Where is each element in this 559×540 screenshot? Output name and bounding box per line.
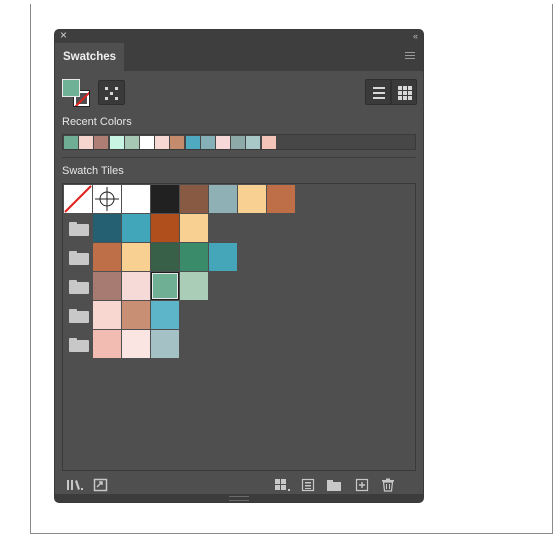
color-swatch[interactable] xyxy=(209,185,237,213)
view-toggle xyxy=(365,79,417,105)
color-group-folder-icon[interactable] xyxy=(69,280,89,294)
color-swatch[interactable] xyxy=(151,243,179,271)
color-swatch[interactable] xyxy=(267,185,295,213)
swatch-tiles-label: Swatch Tiles xyxy=(62,165,124,177)
selected-color-swatch[interactable] xyxy=(151,272,179,300)
recent-color-swatch[interactable] xyxy=(155,136,170,149)
color-group-folder-icon[interactable] xyxy=(69,251,89,265)
recent-color-swatch[interactable] xyxy=(79,136,94,149)
color-group-folder-icon[interactable] xyxy=(69,222,89,236)
panel-titlebar[interactable]: × ‹‹ xyxy=(55,30,423,43)
color-swatch[interactable] xyxy=(93,243,121,271)
recent-color-swatch[interactable] xyxy=(246,136,261,149)
collapse-icon[interactable]: ‹‹ xyxy=(413,30,418,43)
new-swatch-icon[interactable] xyxy=(355,478,369,492)
show-swatch-kinds-icon[interactable] xyxy=(98,80,125,105)
color-swatch[interactable] xyxy=(209,243,237,271)
color-group-folder-icon[interactable] xyxy=(69,309,89,323)
recent-color-swatch[interactable] xyxy=(140,136,154,149)
color-group-folder-icon[interactable] xyxy=(69,338,89,352)
color-swatch[interactable] xyxy=(151,301,179,329)
swatch-tiles-area xyxy=(62,183,416,471)
color-swatch[interactable] xyxy=(238,185,266,213)
none-swatch[interactable] xyxy=(64,185,92,213)
color-swatch[interactable] xyxy=(122,185,150,213)
fill-stroke-widget[interactable] xyxy=(61,78,91,108)
panel-menu-icon[interactable] xyxy=(405,52,415,61)
swatch-options-icon[interactable] xyxy=(301,478,315,492)
tab-row: Swatches xyxy=(55,43,423,71)
swatch-kind-menu-icon[interactable] xyxy=(274,478,292,492)
color-swatch[interactable] xyxy=(180,272,208,300)
recent-color-swatch[interactable] xyxy=(124,136,139,149)
recent-color-swatch[interactable] xyxy=(64,136,78,149)
recent-color-swatch[interactable] xyxy=(200,136,215,149)
recent-color-swatch[interactable] xyxy=(109,136,124,149)
color-swatch[interactable] xyxy=(93,214,121,242)
recent-color-swatch[interactable] xyxy=(216,136,230,149)
color-swatch[interactable] xyxy=(122,243,150,271)
color-swatch[interactable] xyxy=(93,301,121,329)
grid-view-icon[interactable] xyxy=(391,79,417,105)
color-swatch[interactable] xyxy=(122,330,150,358)
recent-color-swatch[interactable] xyxy=(185,136,200,149)
color-swatch[interactable] xyxy=(93,330,121,358)
color-swatch[interactable] xyxy=(180,243,208,271)
recent-colors-label: Recent Colors xyxy=(62,116,132,128)
swatches-panel: × ‹‹ Swatches Recent Colors Swatch Tiles xyxy=(55,30,423,502)
recent-color-swatch[interactable] xyxy=(261,136,276,149)
color-swatch[interactable] xyxy=(122,301,150,329)
color-swatch[interactable] xyxy=(180,185,208,213)
color-swatch[interactable] xyxy=(180,214,208,242)
delete-swatch-icon[interactable] xyxy=(381,478,395,492)
tab-swatches[interactable]: Swatches xyxy=(55,43,124,71)
place-swatch-icon[interactable] xyxy=(93,478,109,492)
color-swatch[interactable] xyxy=(151,214,179,242)
close-icon[interactable]: × xyxy=(60,30,67,42)
color-swatch[interactable] xyxy=(93,272,121,300)
recent-color-swatch[interactable] xyxy=(231,136,246,149)
color-swatch[interactable] xyxy=(151,330,179,358)
new-color-group-icon[interactable] xyxy=(326,478,342,492)
recent-color-swatch[interactable] xyxy=(170,136,185,149)
recent-colors-bar xyxy=(62,134,416,150)
section-divider xyxy=(62,157,416,158)
fill-swatch[interactable] xyxy=(62,79,80,97)
list-view-icon[interactable] xyxy=(365,79,391,105)
swatch-libraries-icon[interactable] xyxy=(66,478,84,492)
registration-swatch[interactable] xyxy=(93,185,121,213)
color-swatch[interactable] xyxy=(122,272,150,300)
color-swatch[interactable] xyxy=(151,185,179,213)
color-swatch[interactable] xyxy=(122,214,150,242)
resize-grip[interactable] xyxy=(55,494,423,502)
recent-color-swatch[interactable] xyxy=(94,136,109,149)
